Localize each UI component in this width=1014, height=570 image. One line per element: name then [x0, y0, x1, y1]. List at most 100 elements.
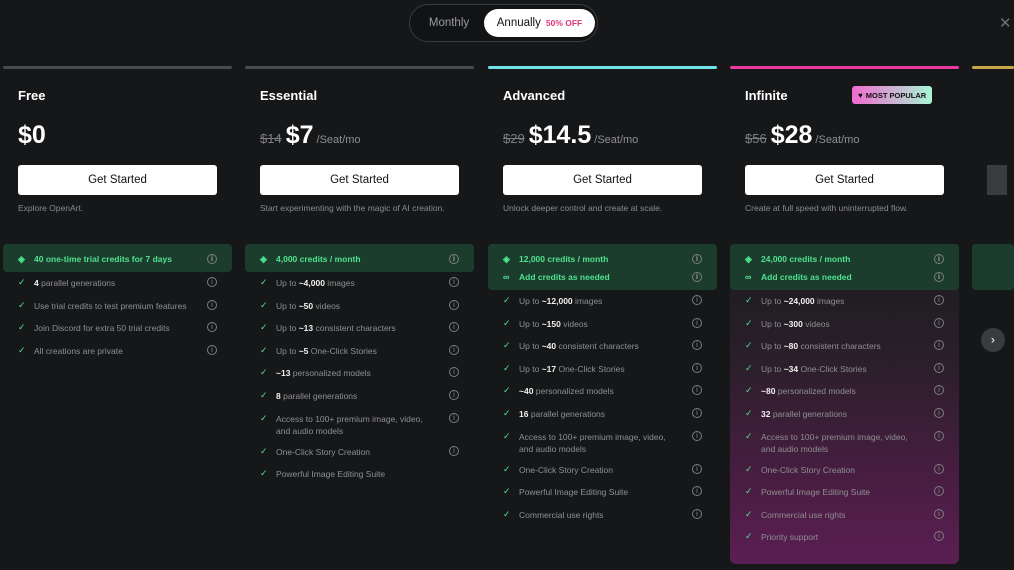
info-icon[interactable]: i [692, 407, 702, 418]
feature-item: ✓ ~80 personalized models i [745, 385, 944, 408]
info-icon[interactable]: i [692, 317, 702, 328]
info-icon[interactable]: i [934, 362, 944, 373]
info-icon[interactable]: i [934, 407, 944, 418]
info-icon[interactable]: i [207, 344, 217, 355]
info-icon[interactable]: i [934, 317, 944, 328]
plan-card-advanced: Advanced $29 $14.5/Seat/mo Get Started Unloc… [488, 66, 717, 570]
feature-prefix: Up to [276, 345, 299, 356]
chevron-right-icon[interactable]: › [981, 328, 1005, 352]
feature-item: ✓ Up to ~34 One-Click Stories i [745, 362, 944, 386]
plan-name: Infinite [745, 88, 788, 103]
annually-option[interactable]: Annually 50% OFF [484, 9, 595, 37]
diamond-icon: ◈ [18, 253, 25, 264]
feature-value: ~34 [783, 363, 799, 374]
info-icon[interactable]: i [449, 445, 459, 456]
get-started-button[interactable]: Get Started [260, 165, 459, 195]
info-icon[interactable]: i [934, 486, 944, 497]
check-icon: ✓ [503, 296, 511, 306]
feature-item: ✓ Priority support i [745, 531, 944, 554]
info-icon[interactable]: i [449, 389, 459, 400]
info-icon[interactable]: i [692, 486, 702, 497]
info-icon[interactable]: i [692, 463, 702, 474]
info-icon[interactable]: i [449, 367, 459, 378]
plan-card-free: Free $0 Get Started Explore OpenArt. ◈ 40 one… [3, 66, 232, 570]
info-icon[interactable]: i [934, 463, 944, 474]
info-icon[interactable]: i [207, 254, 217, 264]
credit-row: ∞ Add credits as needed i [503, 268, 702, 286]
info-icon[interactable]: i [934, 430, 944, 441]
next-plan-peek [972, 66, 1014, 570]
info-icon[interactable]: i [934, 508, 944, 519]
info-icon[interactable]: i [207, 299, 217, 310]
info-icon[interactable]: i [449, 322, 459, 333]
info-icon[interactable]: i [934, 272, 944, 282]
feature-text: consistent characters [313, 323, 396, 334]
discount-label: 50% OFF [545, 18, 583, 28]
plan-name: Advanced [503, 88, 566, 103]
check-icon: ✓ [260, 390, 268, 401]
feature-prefix: Up to [519, 341, 542, 352]
info-icon[interactable]: i [449, 412, 459, 423]
feature-item: ✓ 32 parallel generations i [745, 407, 944, 431]
badge-label: MOST POPULAR [865, 90, 927, 100]
feature-prefix: Up to [276, 278, 299, 288]
feature-label: 32 parallel generations [761, 408, 934, 420]
feature-text: parallel generations [280, 390, 358, 401]
info-icon[interactable]: i [207, 277, 217, 287]
feature-item: ✓ Access to 100+ premium image, video, an… [503, 430, 702, 464]
feature-text: Powerful Image Editing Suite [276, 469, 386, 480]
check-icon: ✓ [260, 345, 268, 356]
diamond-icon: ◈ [745, 253, 752, 264]
info-icon[interactable]: i [692, 340, 702, 351]
check-icon: ✓ [503, 318, 511, 329]
feature-text: consistent characters [798, 341, 881, 352]
feature-item: ✓ Up to ~40 consistent characters i [503, 340, 702, 363]
check-icon: ✓ [503, 386, 511, 397]
feature-label: Up to ~80 consistent characters [761, 340, 934, 352]
feature-item: ✓ One-Click Story Creation i [260, 445, 459, 469]
get-started-button[interactable]: Get Started [18, 165, 217, 195]
feature-value: ~13 [298, 323, 314, 334]
get-started-button[interactable]: Get Started [503, 165, 702, 195]
info-icon[interactable]: i [692, 272, 702, 282]
get-started-button[interactable]: Get Started [745, 165, 944, 195]
credit-row: ◈ 4,000 credits / month i [260, 250, 459, 268]
close-icon[interactable]: ✕ [999, 14, 1012, 32]
credits-box: ◈ 24,000 credits / month i ∞ Add credits as … [730, 244, 959, 290]
info-icon[interactable]: i [934, 295, 944, 305]
info-icon[interactable]: i [692, 254, 702, 264]
feature-label: 16 parallel generations [519, 408, 692, 420]
credit-label: 12,000 credits / month [519, 254, 609, 264]
feature-label: One-Click Story Creation [761, 464, 934, 476]
info-icon[interactable]: i [934, 254, 944, 264]
info-icon[interactable]: i [449, 299, 459, 310]
check-icon: ✓ [745, 386, 753, 397]
feature-value: ~40 [519, 386, 534, 397]
info-icon[interactable]: i [449, 254, 459, 264]
info-icon[interactable]: i [692, 385, 702, 396]
info-icon[interactable]: i [934, 340, 944, 351]
check-icon: ✓ [745, 318, 753, 329]
info-icon[interactable]: i [692, 295, 702, 305]
info-icon[interactable]: i [207, 322, 217, 333]
feature-list: ✓ Up to ~12,000 images i ✓ Up to ~150 videos… [488, 295, 717, 531]
plan-card-infinite: Infinite ♥ MOST POPULAR $56 $28/Seat/mo Get S… [730, 66, 959, 570]
feature-label: Powerful Image Editing Suite [276, 468, 459, 480]
most-popular-badge: ♥ MOST POPULAR [852, 86, 933, 104]
feature-value: ~5 [298, 345, 309, 356]
info-icon[interactable]: i [449, 277, 459, 287]
info-icon[interactable]: i [692, 508, 702, 519]
feature-item: ✓ One-Click Story Creation i [745, 463, 944, 487]
credit-row: ◈ 24,000 credits / month i [745, 250, 944, 268]
price: $7 [285, 121, 314, 149]
info-icon[interactable]: i [934, 531, 944, 542]
plan-top-bar [3, 66, 232, 69]
info-icon[interactable]: i [934, 385, 944, 396]
info-icon[interactable]: i [449, 344, 459, 355]
monthly-option[interactable]: Monthly [416, 9, 482, 37]
feature-text: Access to 100+ premium image, video, and… [519, 431, 666, 454]
info-icon[interactable]: i [692, 362, 702, 373]
plan-top-bar [972, 66, 1014, 69]
info-icon[interactable]: i [692, 430, 702, 441]
billing-toggle: Monthly Annually 50% OFF [409, 4, 598, 42]
